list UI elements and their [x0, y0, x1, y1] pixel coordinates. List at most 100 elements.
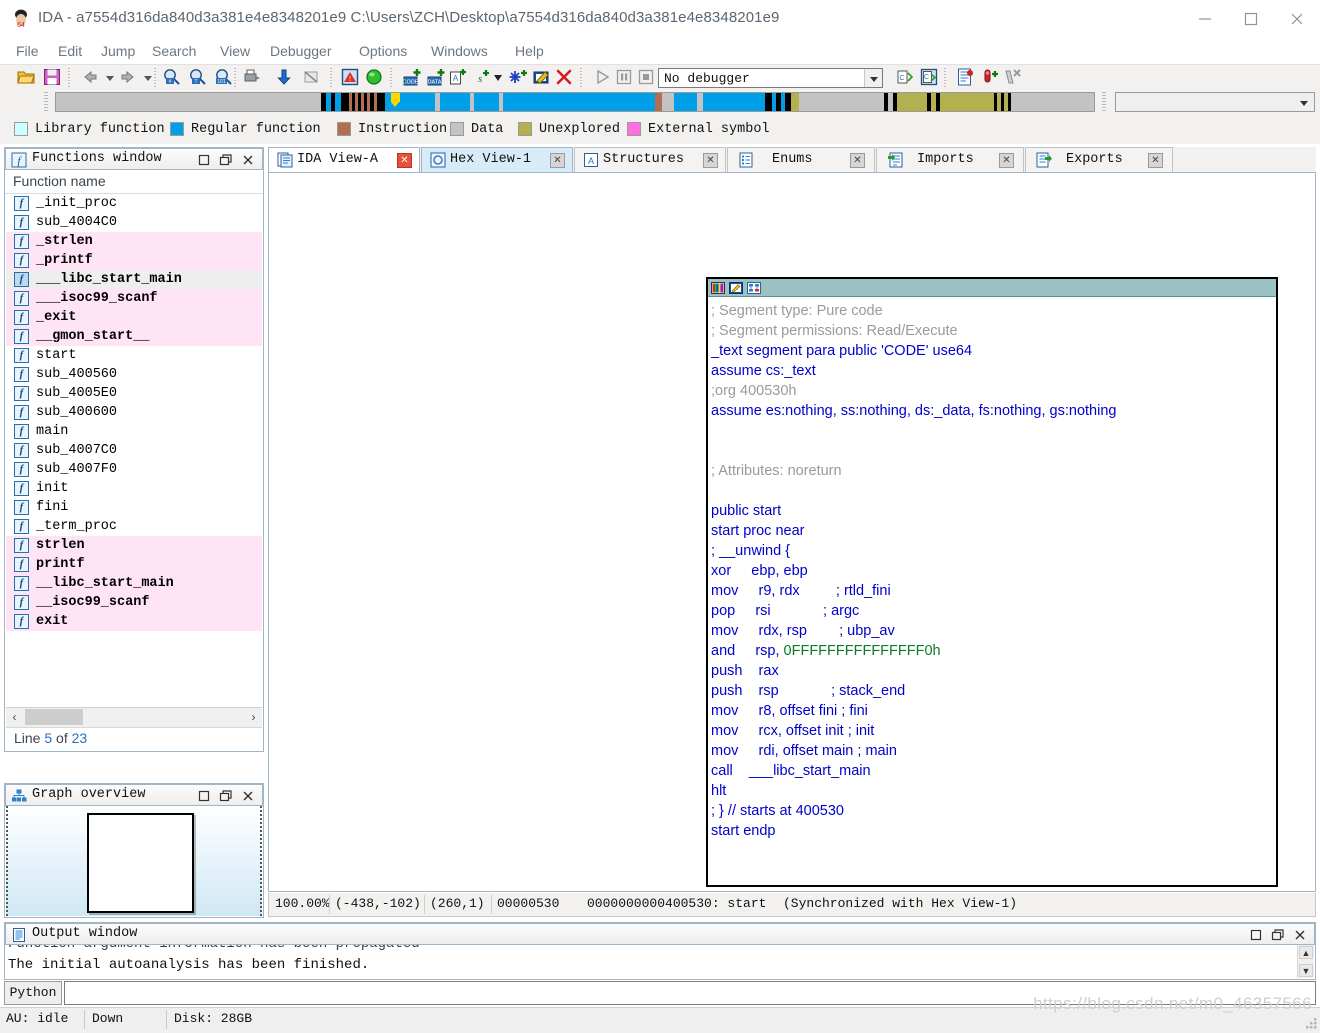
- navband-grip[interactable]: [44, 92, 48, 112]
- graph-overview-node[interactable]: [87, 813, 194, 913]
- function-list-item[interactable]: f ___libc_start_main: [6, 270, 262, 289]
- step-into-icon[interactable]: C: [895, 67, 917, 89]
- nav-forward-icon[interactable]: [118, 67, 140, 89]
- restore-icon[interactable]: [1248, 927, 1264, 943]
- undock-icon[interactable]: [218, 788, 234, 804]
- function-list-item[interactable]: f _init_proc: [6, 194, 262, 213]
- make-data-icon[interactable]: DATA: [426, 67, 448, 89]
- tab-close-icon[interactable]: ✕: [703, 153, 718, 168]
- tab-close-icon[interactable]: ✕: [999, 153, 1014, 168]
- debug-pause-icon[interactable]: [614, 67, 636, 89]
- make-array-icon[interactable]: [508, 67, 530, 89]
- tab-imports[interactable]: Imports ✕: [876, 147, 1024, 173]
- functions-hscrollbar[interactable]: ‹ ›: [6, 707, 262, 727]
- open-file-icon[interactable]: [16, 67, 38, 89]
- make-code-icon[interactable]: CODE: [402, 67, 424, 89]
- menu-item-edit[interactable]: Edit: [52, 41, 88, 61]
- scroll-left-icon[interactable]: ‹: [6, 708, 23, 726]
- print-icon[interactable]: [242, 67, 264, 89]
- function-list-item[interactable]: f _strlen: [6, 232, 262, 251]
- menu-item-options[interactable]: Options: [353, 41, 413, 61]
- del-breakpoint-icon[interactable]: [1002, 67, 1024, 89]
- function-list-item[interactable]: f sub_4007C0: [6, 441, 262, 460]
- scroll-right-icon[interactable]: ›: [245, 708, 262, 726]
- python-toggle-button[interactable]: Python: [4, 981, 62, 1005]
- close-icon[interactable]: [240, 152, 256, 168]
- tab-close-icon[interactable]: ✕: [550, 153, 565, 168]
- output-vscrollbar[interactable]: ▲ ▼: [1297, 945, 1314, 978]
- function-list-item[interactable]: f sub_400600: [6, 403, 262, 422]
- minimize-button[interactable]: [1182, 0, 1228, 38]
- warning-icon[interactable]: !: [340, 67, 362, 89]
- navband-combo[interactable]: [1115, 92, 1315, 112]
- functions-column-header[interactable]: Function name: [5, 170, 263, 194]
- function-list-item[interactable]: f main: [6, 422, 262, 441]
- nav-forward-dropdown[interactable]: [142, 67, 164, 89]
- add-breakpoint-icon[interactable]: [980, 67, 1002, 89]
- function-list-item[interactable]: f _term_proc: [6, 517, 262, 536]
- undock-icon[interactable]: [218, 152, 234, 168]
- function-list-item[interactable]: f __isoc99_scanf: [6, 593, 262, 612]
- function-list-item[interactable]: f printf: [6, 555, 262, 574]
- scroll-up-icon[interactable]: ▲: [1299, 946, 1313, 959]
- maximize-button[interactable]: [1228, 0, 1274, 38]
- function-list-item[interactable]: f sub_400560: [6, 365, 262, 384]
- disassembly-graph-node[interactable]: ; Segment type: Pure code ; Segment permi…: [706, 277, 1278, 887]
- save-icon[interactable]: [42, 67, 64, 89]
- green-play-icon[interactable]: [364, 67, 386, 89]
- tab-hex-view-1[interactable]: Hex View-1 ✕: [421, 147, 573, 173]
- debug-run-icon[interactable]: [592, 67, 614, 89]
- function-list-item[interactable]: f ___isoc99_scanf: [6, 289, 262, 308]
- tab-close-icon[interactable]: ✕: [397, 153, 412, 168]
- ida-view-a-canvas[interactable]: ; Segment type: Pure code ; Segment permi…: [268, 172, 1316, 892]
- layout-icon[interactable]: [747, 281, 761, 295]
- tab-ida-view-a[interactable]: IDA View-A ✕: [268, 147, 420, 173]
- delete-icon[interactable]: [554, 67, 576, 89]
- function-list-item[interactable]: f fini: [6, 498, 262, 517]
- make-struct-icon[interactable]: s: [472, 67, 494, 89]
- chevron-down-icon[interactable]: [864, 69, 882, 87]
- tab-close-icon[interactable]: ✕: [850, 153, 865, 168]
- function-list-item[interactable]: f sub_4007F0: [6, 460, 262, 479]
- function-list-item[interactable]: f start: [6, 346, 262, 365]
- menu-item-search[interactable]: Search: [146, 41, 202, 61]
- rename-icon[interactable]: [532, 67, 554, 89]
- search-text-icon[interactable]: T: [188, 67, 210, 89]
- scroll-down-icon[interactable]: ▼: [1299, 964, 1313, 977]
- menu-item-debugger[interactable]: Debugger: [264, 41, 338, 61]
- function-list-item[interactable]: f _exit: [6, 308, 262, 327]
- step-over-icon[interactable]: C: [919, 67, 941, 89]
- debugger-select[interactable]: No debugger: [658, 68, 883, 88]
- disassembly-code[interactable]: ; Segment type: Pure code ; Segment permi…: [711, 301, 1274, 883]
- menu-item-view[interactable]: View: [214, 41, 256, 61]
- undock-icon[interactable]: [1270, 927, 1286, 943]
- undefine-icon[interactable]: [302, 67, 324, 89]
- functions-list[interactable]: f _init_proc f sub_4004C0 f _strlen f _printf f _…: [6, 194, 262, 727]
- graph-overview-canvas[interactable]: [6, 806, 262, 916]
- close-icon[interactable]: [1292, 927, 1308, 943]
- hscrollbar-thumb[interactable]: [25, 709, 83, 725]
- tab-exports[interactable]: Exports ✕: [1025, 147, 1173, 173]
- search-binary-icon[interactable]: 101: [214, 67, 236, 89]
- make-ascii-icon[interactable]: A: [448, 67, 470, 89]
- menu-item-jump[interactable]: Jump: [95, 41, 141, 61]
- menu-item-windows[interactable]: Windows: [425, 41, 494, 61]
- function-list-item[interactable]: f sub_4005E0: [6, 384, 262, 403]
- tab-close-icon[interactable]: ✕: [1148, 153, 1163, 168]
- breakpoints-icon[interactable]: [956, 67, 978, 89]
- output-text[interactable]: Function argument information has been p…: [8, 945, 1297, 978]
- close-button[interactable]: [1274, 0, 1320, 38]
- function-list-item[interactable]: f init: [6, 479, 262, 498]
- tab-structures[interactable]: A Structures ✕: [574, 147, 726, 173]
- function-list-item[interactable]: f __gmon_start__: [6, 327, 262, 346]
- jump-down-icon[interactable]: [274, 67, 296, 89]
- function-list-item[interactable]: f sub_4004C0: [6, 213, 262, 232]
- resize-grip[interactable]: [1304, 1016, 1318, 1030]
- debug-stop-icon[interactable]: [636, 67, 658, 89]
- restore-icon[interactable]: [196, 152, 212, 168]
- navigation-band[interactable]: [55, 92, 1095, 112]
- navband-cursor[interactable]: [391, 93, 400, 107]
- navband-grip-2[interactable]: [1102, 92, 1106, 112]
- function-list-item[interactable]: f _printf: [6, 251, 262, 270]
- restore-icon[interactable]: [196, 788, 212, 804]
